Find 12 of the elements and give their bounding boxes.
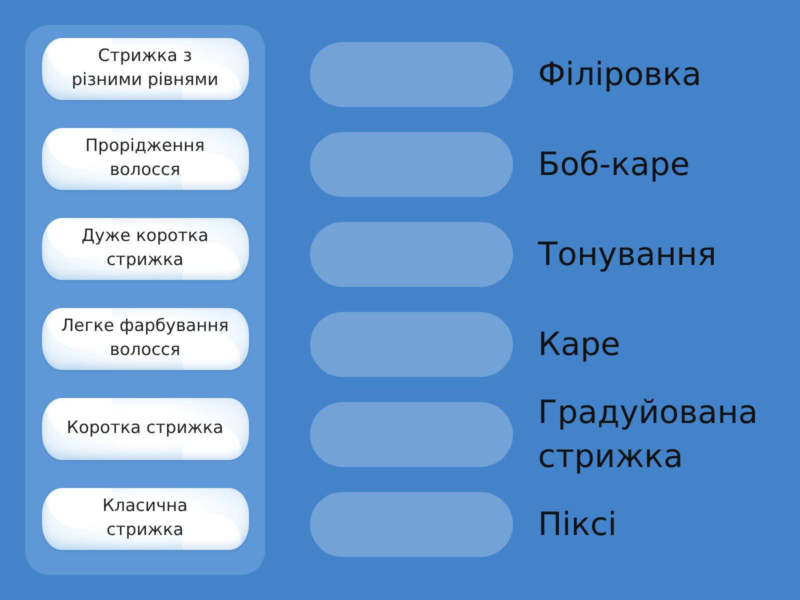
target-label: Каре	[538, 324, 620, 365]
cloud-card[interactable]: Прорідження волосся	[42, 128, 248, 190]
cloud-card[interactable]: Коротка стрижка	[42, 398, 248, 460]
target-label: Тонування	[538, 234, 717, 275]
target-label: Філіровка	[538, 54, 702, 95]
cloud-card[interactable]: Дуже коротка стрижка	[42, 218, 248, 280]
target-label: Піксі	[538, 504, 617, 545]
cloud-card[interactable]: Легке фарбування волосся	[42, 308, 248, 370]
target-label: Градуйована стрижка	[538, 392, 759, 476]
cloud-card[interactable]: Стрижка з різними рівнями	[42, 38, 248, 100]
cloud-card[interactable]: Класична стрижка	[42, 488, 248, 550]
target-label: Боб-каре	[538, 144, 690, 185]
